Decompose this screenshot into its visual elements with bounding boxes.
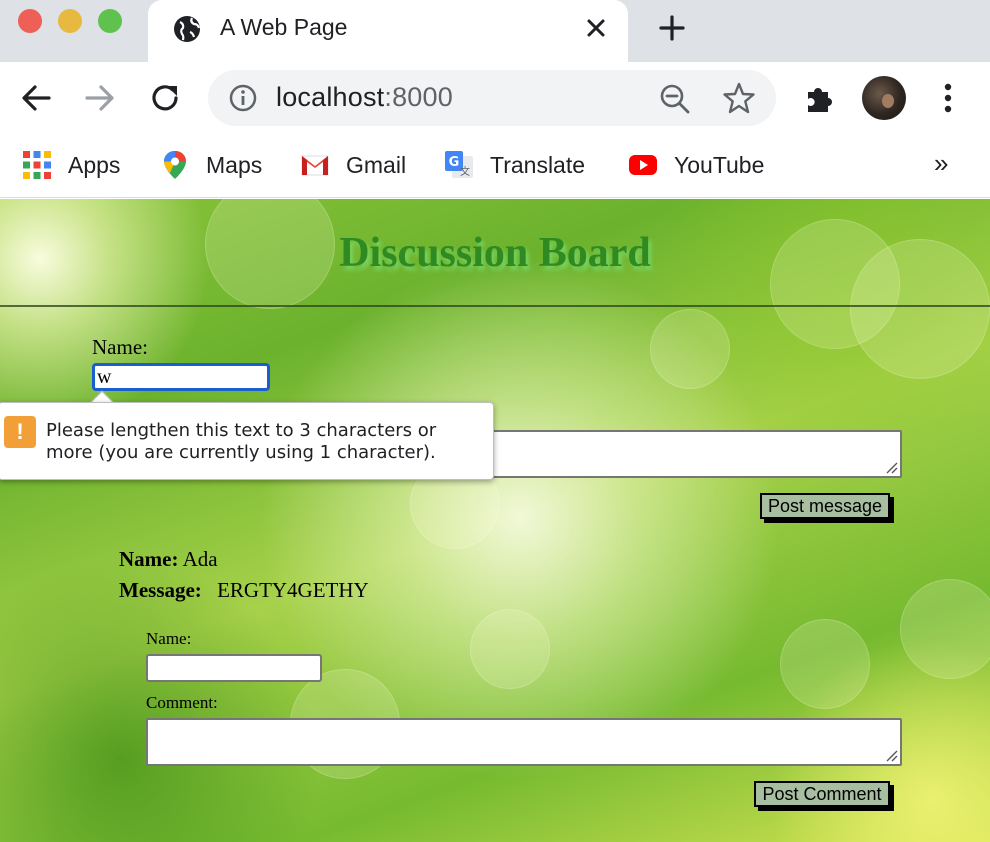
- profile-avatar[interactable]: [862, 76, 906, 120]
- url-host: localhost: [276, 82, 385, 112]
- post-message-button[interactable]: Post message: [760, 493, 890, 519]
- comment-label: Comment:: [146, 693, 218, 712]
- bookmark-apps[interactable]: Apps: [22, 148, 120, 182]
- page-title: Discussion Board: [339, 230, 651, 276]
- validation-tooltip: ! Please lengthen this text to 3 charact…: [0, 402, 494, 480]
- bookmarks-overflow-button[interactable]: »: [934, 148, 948, 179]
- youtube-icon: [629, 155, 657, 175]
- bookmark-translate[interactable]: G 文 Translate: [444, 148, 585, 182]
- tab-title: A Web Page: [220, 14, 348, 40]
- validation-message: Please lengthen this text to 3 character…: [46, 420, 437, 463]
- back-icon[interactable]: [16, 78, 56, 118]
- header-divider: [0, 305, 990, 307]
- bookmark-label: Apps: [68, 151, 121, 178]
- bookmark-label: YouTube: [674, 151, 765, 178]
- comment-name-input[interactable]: [146, 654, 322, 682]
- active-tab[interactable]: A Web Page: [148, 0, 628, 62]
- name-input[interactable]: w: [92, 363, 270, 391]
- post-comment-button[interactable]: Post Comment: [754, 781, 890, 807]
- apps-grid-icon: [23, 151, 51, 179]
- maps-icon: [164, 151, 186, 179]
- post-message-label: Message:: [119, 578, 202, 602]
- resize-grip-icon[interactable]: [882, 746, 898, 762]
- globe-icon: [174, 16, 201, 42]
- maximize-window-button[interactable]: [98, 9, 122, 33]
- close-tab-icon[interactable]: [580, 12, 612, 44]
- page-content: Discussion Board Name: w Post message ! …: [0, 199, 990, 842]
- warning-icon: !: [4, 416, 36, 448]
- bookmark-label: Maps: [206, 151, 263, 178]
- address-bar[interactable]: localhost:8000: [208, 70, 776, 126]
- bokeh-decoration: [780, 619, 870, 709]
- bookmark-star-icon[interactable]: [722, 81, 756, 115]
- reload-icon[interactable]: [145, 78, 185, 118]
- translate-icon: G 文: [445, 151, 473, 178]
- tab-bar: A Web Page: [0, 0, 990, 62]
- post-message: Message: ERGTY4GETHY: [119, 578, 369, 603]
- bookmarks-bar: Apps Maps Gmail G 文 Translate YouTube »: [0, 136, 990, 198]
- url-text[interactable]: localhost:8000: [276, 82, 453, 113]
- browser-toolbar: localhost:8000: [0, 62, 990, 136]
- forward-icon[interactable]: [80, 78, 120, 118]
- comment-name-label: Name:: [146, 629, 192, 648]
- url-port: :8000: [384, 82, 453, 112]
- bookmark-youtube[interactable]: YouTube: [628, 148, 764, 182]
- bookmark-maps[interactable]: Maps: [160, 148, 262, 182]
- svg-text:G: G: [449, 155, 460, 170]
- bookmark-label: Gmail: [346, 151, 407, 178]
- post-name-value: Ada: [182, 547, 218, 571]
- new-tab-icon[interactable]: [656, 12, 688, 44]
- bokeh-decoration: [900, 579, 990, 679]
- comment-textarea[interactable]: [146, 718, 902, 766]
- more-menu-icon[interactable]: [930, 80, 966, 116]
- bookmark-label: Translate: [490, 151, 586, 178]
- message-textarea[interactable]: [476, 430, 902, 478]
- extensions-puzzle-icon[interactable]: [800, 78, 840, 118]
- close-window-button[interactable]: [18, 9, 42, 33]
- svg-text:文: 文: [460, 165, 470, 178]
- minimize-window-button[interactable]: [58, 9, 82, 33]
- bokeh-decoration: [470, 609, 550, 689]
- post-message-value: ERGTY4GETHY: [217, 578, 369, 602]
- resize-grip-icon[interactable]: [882, 458, 898, 474]
- post-name-label: Name:: [119, 547, 179, 571]
- bokeh-decoration: [650, 309, 730, 389]
- bookmark-gmail[interactable]: Gmail: [300, 148, 406, 182]
- post-author: Name: Ada: [119, 547, 218, 572]
- name-label: Name:: [92, 335, 148, 359]
- info-icon[interactable]: [228, 83, 258, 113]
- gmail-icon: [301, 155, 329, 176]
- zoom-out-icon[interactable]: [658, 82, 692, 116]
